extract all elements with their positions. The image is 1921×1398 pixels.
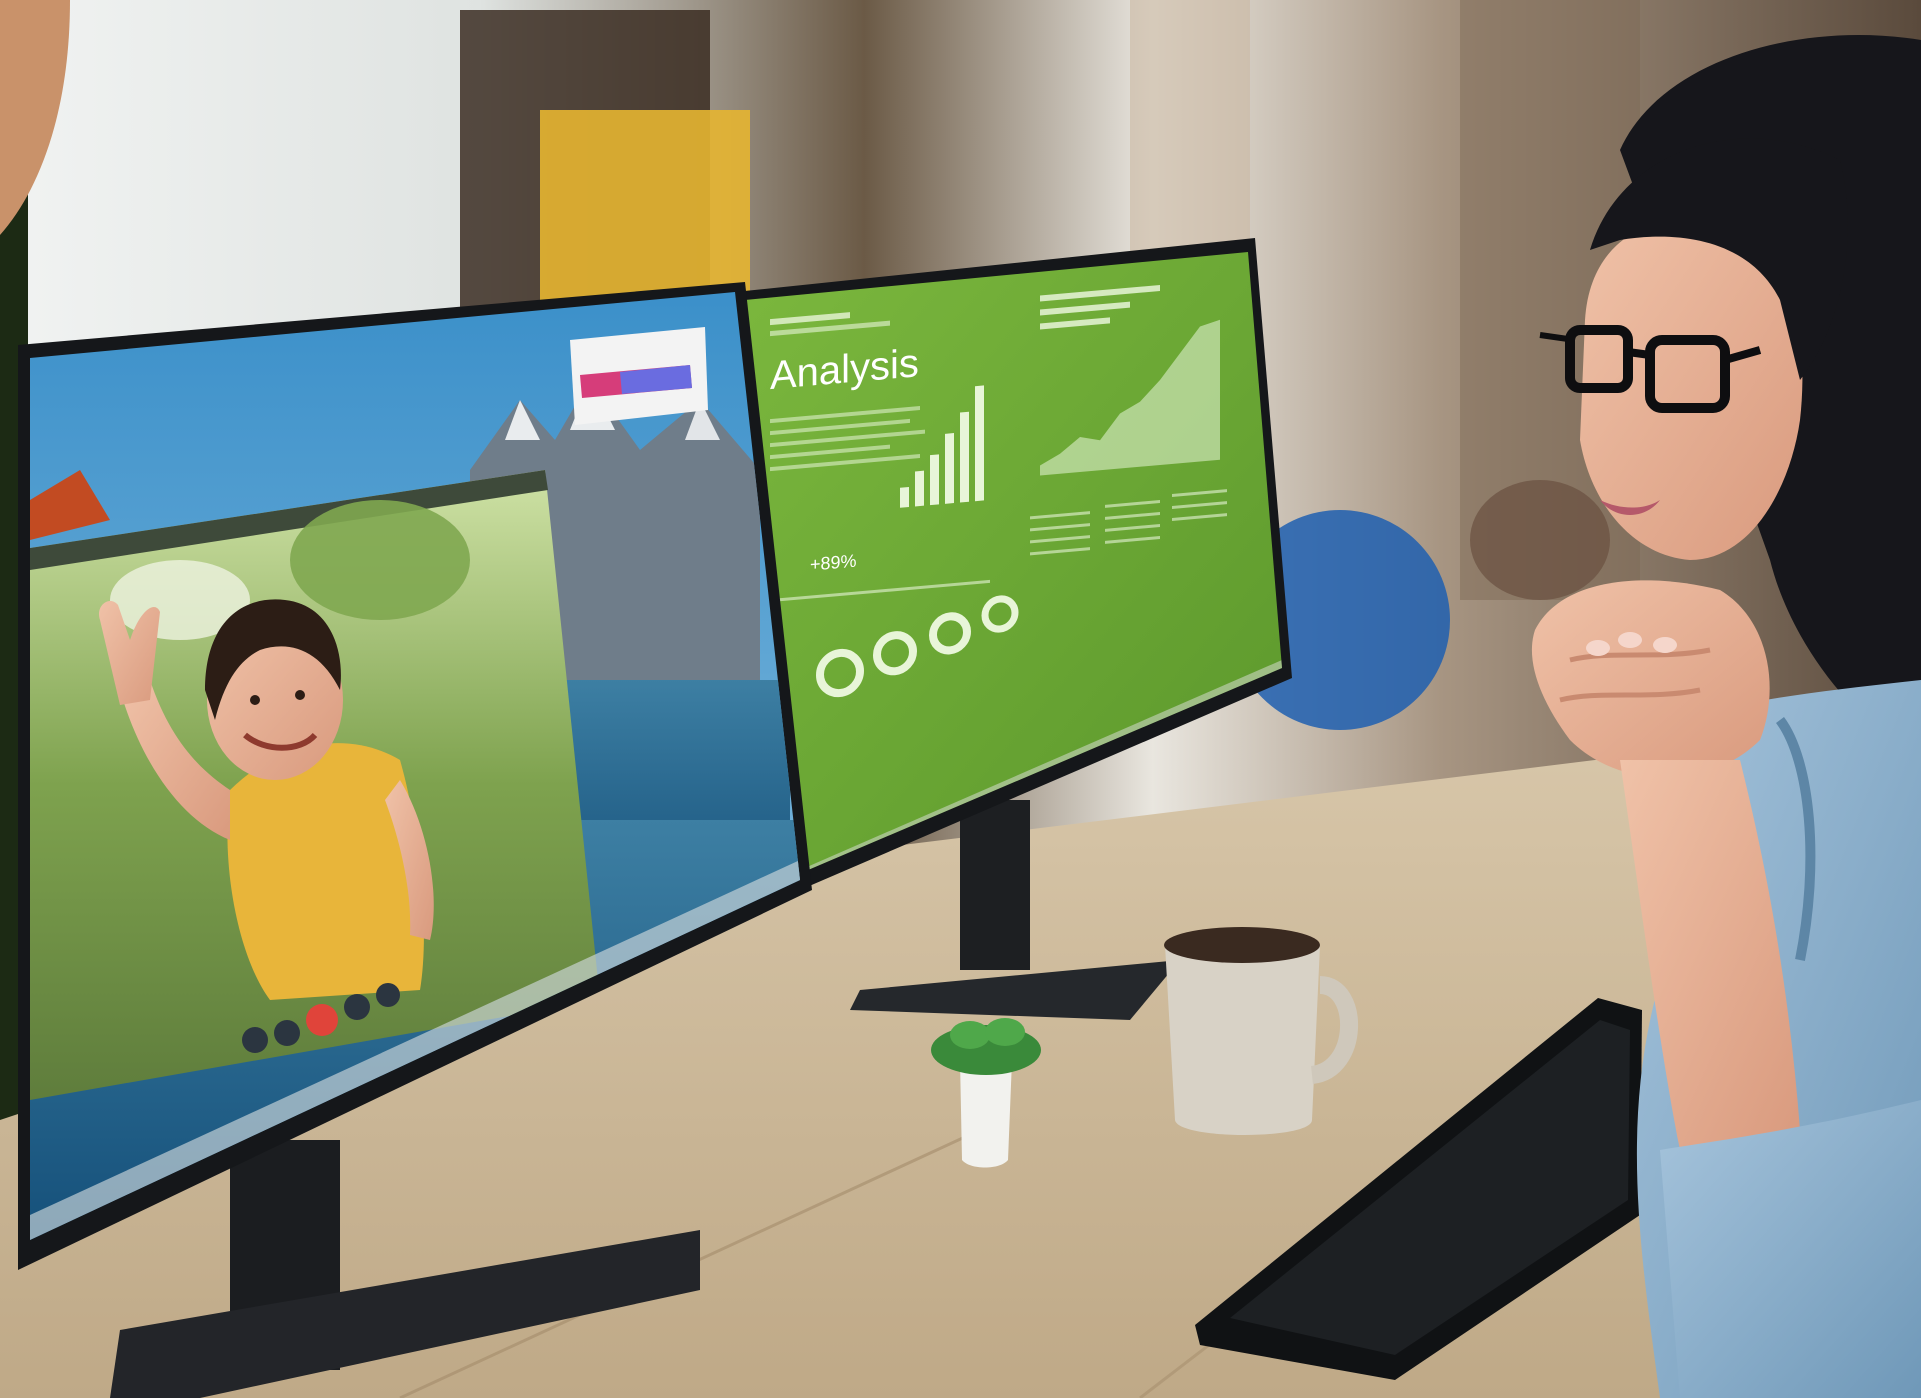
dialog-window — [570, 327, 708, 425]
video-icon[interactable] — [274, 1020, 300, 1046]
end-call-icon[interactable] — [306, 1004, 338, 1036]
mute-icon[interactable] — [242, 1027, 268, 1053]
more-icon[interactable] — [344, 994, 370, 1020]
growth-stat: +89% — [810, 551, 857, 575]
photo-scene: Analysis +89% — [0, 0, 1921, 1398]
